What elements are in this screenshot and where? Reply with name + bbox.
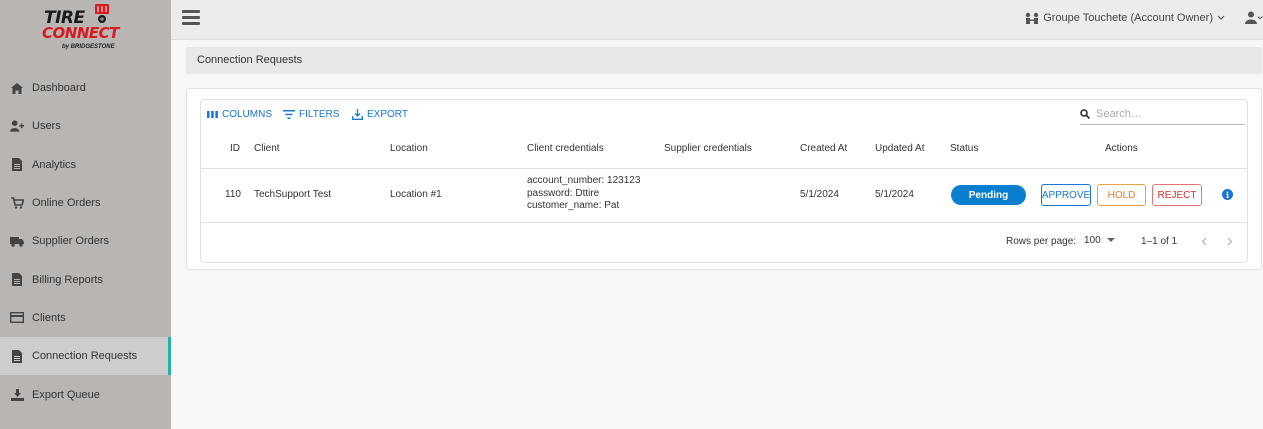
hold-button[interactable]: HOLD bbox=[1097, 184, 1146, 206]
document-icon bbox=[10, 349, 24, 363]
reject-button[interactable]: REJECT bbox=[1152, 184, 1202, 206]
column-header-client[interactable]: Client bbox=[254, 143, 280, 154]
home-icon bbox=[10, 81, 24, 95]
sidebar-item-label: Analytics bbox=[32, 158, 77, 171]
column-header-updated-at[interactable]: Updated At bbox=[875, 143, 924, 154]
rows-per-page-value: 100 bbox=[1084, 235, 1101, 246]
column-header-supplier-credentials[interactable]: Supplier credentials bbox=[664, 143, 752, 154]
sidebar: TIRE CONNECT by BRIDGESTONE Dashboard Us… bbox=[0, 0, 171, 429]
tire-connect-logo[interactable]: TIRE CONNECT by BRIDGESTONE bbox=[40, 2, 130, 58]
user-icon bbox=[1245, 11, 1257, 24]
sidebar-item-dashboard[interactable]: Dashboard bbox=[0, 69, 171, 107]
add-user-icon bbox=[10, 119, 24, 133]
credential-line: customer_name: Pat bbox=[527, 200, 620, 211]
filters-button[interactable]: FILTERS bbox=[283, 109, 339, 120]
credential-line: account_number: 123123 bbox=[527, 175, 641, 186]
dropdown-arrow-icon bbox=[1106, 238, 1115, 242]
previous-page-icon[interactable] bbox=[1196, 233, 1212, 249]
account-link-icon bbox=[1026, 12, 1039, 24]
sidebar-item-label: Billing Reports bbox=[32, 273, 103, 286]
logo-text-bridgestone: by BRIDGESTONE bbox=[62, 44, 115, 50]
row-divider bbox=[201, 222, 1247, 223]
sidebar-item-label: Dashboard bbox=[32, 82, 86, 95]
truck-icon bbox=[10, 234, 24, 248]
sidebar-item-clients[interactable]: Clients bbox=[0, 299, 171, 337]
sidebar-item-connection-requests[interactable]: Connection Requests bbox=[0, 337, 171, 376]
cell-client-credentials: account_number: 123123 password: Dttire … bbox=[527, 175, 640, 213]
columns-button[interactable]: COLUMNS bbox=[207, 109, 272, 120]
cell-id: 110 bbox=[225, 189, 241, 200]
header-divider bbox=[201, 168, 1247, 169]
sidebar-item-label: Supplier Orders bbox=[32, 235, 110, 248]
data-grid: COLUMNS FILTERS EXPORT ID Client Locatio… bbox=[200, 99, 1248, 263]
column-header-status[interactable]: Status bbox=[950, 143, 978, 154]
account-switcher[interactable]: Groupe Touchete (Account Owner) bbox=[1025, 12, 1225, 24]
approve-button[interactable]: APPROVE bbox=[1041, 184, 1091, 206]
content-card: COLUMNS FILTERS EXPORT ID Client Locatio… bbox=[186, 88, 1262, 270]
pagination-range: 1–1 of 1 bbox=[1141, 236, 1178, 247]
document-icon bbox=[10, 158, 24, 172]
rows-per-page-label: Rows per page: bbox=[1006, 236, 1077, 247]
cell-created-at: 5/1/2024 bbox=[800, 189, 839, 200]
credential-line: password: Dttire bbox=[527, 187, 600, 199]
sidebar-item-users[interactable]: Users bbox=[0, 107, 171, 145]
info-icon[interactable]: i bbox=[1222, 189, 1233, 200]
sidebar-item-label: Users bbox=[32, 120, 61, 133]
column-header-location[interactable]: Location bbox=[390, 143, 428, 154]
sidebar-item-analytics[interactable]: Analytics bbox=[0, 146, 171, 184]
document-icon bbox=[10, 273, 24, 287]
chevron-down-icon bbox=[1217, 15, 1225, 20]
sidebar-item-label: Online Orders bbox=[32, 197, 101, 210]
column-header-client-credentials[interactable]: Client credentials bbox=[527, 143, 604, 154]
top-bar: Groupe Touchete (Account Owner) bbox=[171, 0, 1263, 40]
sidebar-item-label: Clients bbox=[32, 311, 66, 324]
rows-per-page-select[interactable]: 100 bbox=[1084, 235, 1115, 246]
sidebar-item-export-queue[interactable]: Export Queue bbox=[0, 375, 171, 413]
status-badge: Pending bbox=[951, 185, 1026, 205]
column-header-actions: Actions bbox=[1105, 143, 1138, 154]
user-menu[interactable] bbox=[1245, 11, 1263, 24]
cart-logo-icon bbox=[95, 4, 109, 23]
account-label: Groupe Touchete (Account Owner) bbox=[1043, 12, 1213, 24]
page-title: Connection Requests bbox=[186, 47, 1262, 74]
search-box[interactable] bbox=[1080, 103, 1245, 125]
search-icon bbox=[1080, 108, 1090, 119]
logo-text-connect: CONNECT bbox=[42, 24, 119, 42]
cell-client: TechSupport Test bbox=[254, 189, 332, 200]
sidebar-nav: Dashboard Users Analytics Online Orders … bbox=[0, 69, 171, 414]
search-input[interactable] bbox=[1096, 107, 1236, 120]
chevron-down-icon bbox=[1257, 15, 1263, 19]
hamburger-menu-icon[interactable] bbox=[182, 10, 200, 25]
next-page-icon[interactable] bbox=[1222, 233, 1238, 249]
sidebar-item-label: Connection Requests bbox=[32, 350, 138, 363]
card-icon bbox=[10, 311, 24, 325]
column-header-created-at[interactable]: Created At bbox=[800, 143, 847, 154]
filter-icon bbox=[283, 110, 295, 119]
sidebar-item-supplier-orders[interactable]: Supplier Orders bbox=[0, 222, 171, 260]
sidebar-item-label: Export Queue bbox=[32, 388, 100, 401]
columns-icon bbox=[207, 111, 218, 118]
cell-updated-at: 5/1/2024 bbox=[875, 189, 914, 200]
export-icon bbox=[352, 109, 363, 120]
column-header-id[interactable]: ID bbox=[230, 143, 240, 154]
sidebar-item-billing-reports[interactable]: Billing Reports bbox=[0, 260, 171, 298]
export-button[interactable]: EXPORT bbox=[352, 109, 408, 120]
download-icon bbox=[10, 388, 24, 402]
sidebar-item-online-orders[interactable]: Online Orders bbox=[0, 184, 171, 222]
cart-icon bbox=[10, 196, 24, 210]
cell-location: Location #1 bbox=[390, 189, 442, 200]
